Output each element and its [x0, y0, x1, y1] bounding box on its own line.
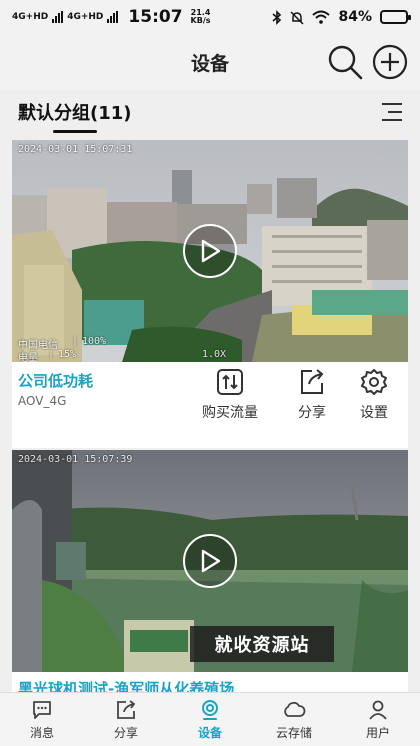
battery-divider: |: [48, 349, 55, 360]
camera-battery-value: 15%: [58, 349, 77, 360]
settings-label: 设置: [360, 405, 388, 421]
play-button[interactable]: [183, 224, 237, 278]
bell-mute-icon: [290, 10, 305, 25]
carrier-signal-value: 100%: [82, 336, 107, 347]
buy-data-button[interactable]: 购买流量: [202, 368, 258, 422]
page-title: 设备: [190, 52, 229, 75]
signal-divider: |: [72, 336, 79, 347]
clock: 15:07: [128, 7, 183, 27]
cloud-icon: [284, 701, 306, 717]
search-button[interactable]: [325, 42, 365, 82]
play-button[interactable]: [183, 534, 237, 588]
user-icon: [369, 700, 387, 720]
add-device-button[interactable]: [370, 42, 410, 82]
battery-icon: [380, 10, 411, 24]
nav-label: 用户: [365, 725, 390, 740]
message-icon: [33, 700, 51, 719]
battery-percent: 84%: [338, 9, 372, 25]
wifi-icon: [312, 10, 331, 24]
nav-label: 设备: [197, 725, 222, 740]
zoom-level: 1.0X: [202, 349, 227, 360]
bottom-nav: 消息 分享 设备 云存储 用户: [0, 692, 420, 746]
device-name[interactable]: 公司低功耗: [18, 370, 93, 391]
sim1-label: 4G+HD: [12, 11, 49, 22]
nav-user[interactable]: 用户: [336, 693, 420, 746]
group-tab[interactable]: 默认分组(11): [18, 99, 132, 133]
sim2-label: 4G+HD: [67, 11, 104, 22]
nav-label: 云存储: [275, 725, 312, 740]
net-speed: 21.4 KB/s: [191, 9, 211, 25]
signal-icon: [107, 11, 119, 23]
video-timestamp: 2024-03-01 15:07:39: [18, 454, 133, 465]
share-device-button[interactable]: 分享: [298, 368, 326, 422]
nav-cloud-storage[interactable]: 云存储: [252, 693, 336, 746]
status-left: 4G+HD 4G+HD 15:07 21.4 KB/s: [12, 7, 211, 27]
device-model: AOV_4G: [18, 394, 67, 408]
plus-circle-icon: [372, 44, 408, 80]
play-icon: [201, 239, 221, 263]
net-speed-unit: KB/s: [190, 16, 211, 25]
video-timestamp: 2024-03-01 15:07:31: [18, 144, 133, 155]
app-header: 设备: [0, 34, 420, 90]
search-icon: [328, 45, 363, 80]
share-icon: [301, 369, 324, 394]
nav-messages[interactable]: 消息: [0, 693, 84, 746]
nav-label: 消息: [29, 725, 54, 740]
battery-label: 电量: [18, 353, 38, 362]
buy-data-label: 购买流量: [202, 405, 258, 421]
device-info: 公司低功耗 AOV_4G 购买流量 分享 设置: [12, 362, 408, 448]
camera-preview[interactable]: 2024-03-01 15:07:31 中国电信 | 100% 电量 | 15%…: [12, 140, 408, 362]
status-right: 84%: [272, 9, 411, 25]
list-menu-icon[interactable]: [382, 103, 402, 121]
gear-icon: [361, 369, 387, 395]
device-settings-button[interactable]: 设置: [360, 368, 388, 422]
play-icon: [201, 549, 221, 573]
group-bar: 默认分组(11): [0, 90, 420, 134]
share-icon: [117, 699, 136, 719]
bluetooth-icon: [272, 9, 282, 25]
watermark-badge: 就收资源站: [190, 626, 334, 662]
status-bar: 4G+HD 4G+HD 15:07 21.4 KB/s 84%: [0, 0, 420, 34]
share-label: 分享: [298, 405, 326, 421]
nav-share[interactable]: 分享: [84, 693, 168, 746]
nav-devices[interactable]: 设备: [168, 693, 252, 746]
device-card: 2024-03-01 15:07:31 中国电信 | 100% 电量 | 15%…: [12, 140, 408, 448]
nav-label: 分享: [113, 725, 138, 740]
signal-icon: [52, 11, 64, 23]
camera-icon: [202, 699, 218, 720]
data-transfer-icon: [217, 369, 243, 395]
